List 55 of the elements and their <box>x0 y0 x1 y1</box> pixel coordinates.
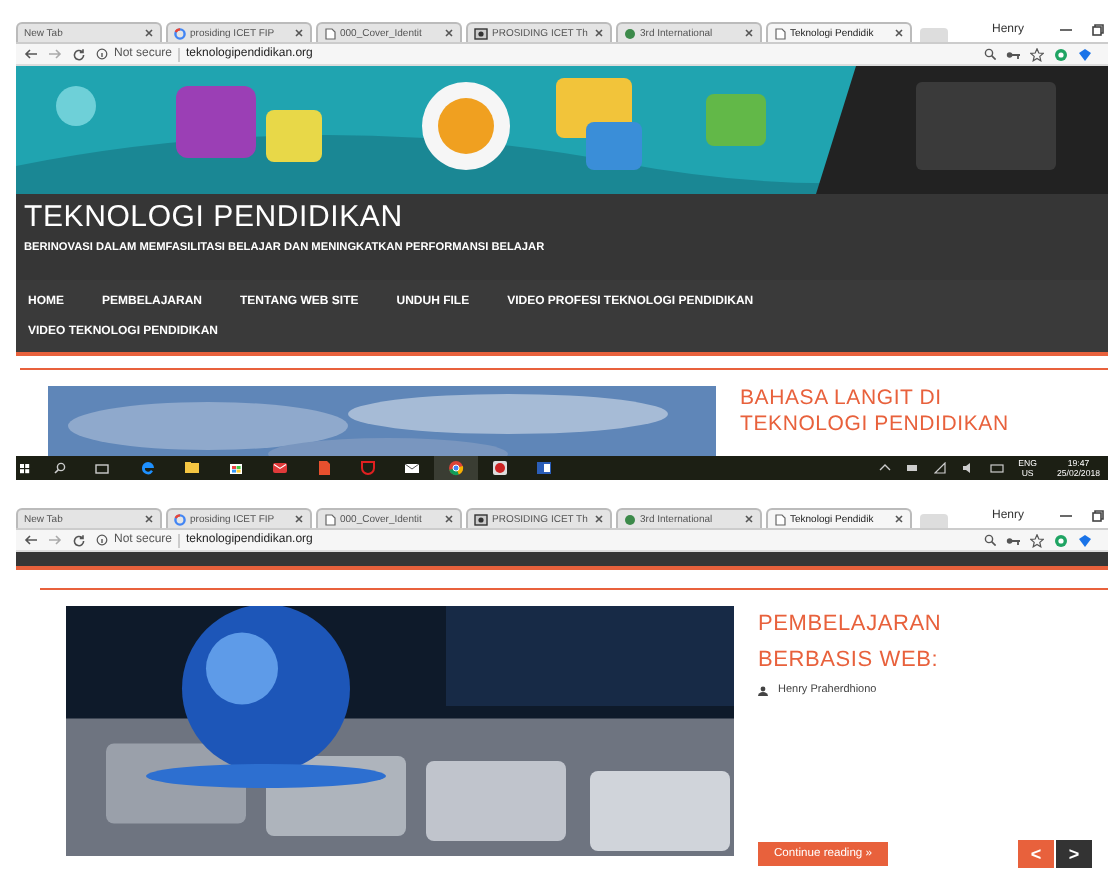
store-icon[interactable] <box>228 460 244 476</box>
reload-icon[interactable] <box>72 533 86 547</box>
task-view-icon[interactable] <box>94 463 110 473</box>
site-title[interactable]: TEKNOLOGI PENDIDIKAN <box>24 202 1100 234</box>
restore-icon[interactable] <box>1092 510 1104 522</box>
minimize-icon[interactable] <box>1060 510 1072 522</box>
chrome-icon[interactable] <box>448 460 464 476</box>
close-icon[interactable] <box>744 514 754 524</box>
zoom-icon[interactable] <box>984 48 996 60</box>
close-icon[interactable] <box>444 28 454 38</box>
page-icon <box>324 513 336 525</box>
mail-icon[interactable] <box>272 460 288 476</box>
close-icon[interactable] <box>144 28 154 38</box>
info-icon <box>96 534 108 546</box>
zoom-icon[interactable] <box>984 534 996 546</box>
close-icon[interactable] <box>894 28 904 38</box>
keyboard-icon[interactable] <box>990 462 1005 474</box>
reload-icon[interactable] <box>72 47 86 61</box>
page-icon <box>774 27 786 39</box>
close-icon[interactable] <box>144 514 154 524</box>
envelope-icon[interactable] <box>404 460 420 476</box>
star-icon[interactable] <box>1030 47 1044 61</box>
close-icon[interactable] <box>594 514 604 524</box>
close-icon[interactable] <box>894 514 904 524</box>
word-icon[interactable] <box>536 460 552 476</box>
start-icon[interactable] <box>20 463 30 473</box>
battery-icon[interactable] <box>906 462 921 474</box>
folder-icon[interactable] <box>184 460 200 476</box>
back-icon[interactable] <box>24 534 38 546</box>
key-icon[interactable] <box>1006 535 1020 545</box>
restore-icon[interactable] <box>1092 24 1104 36</box>
minimize-icon[interactable] <box>1060 24 1072 36</box>
back-icon[interactable] <box>24 48 38 60</box>
close-icon[interactable] <box>294 514 304 524</box>
image-icon <box>474 27 488 39</box>
user-icon <box>758 685 768 695</box>
close-icon[interactable] <box>444 514 454 524</box>
page-icon <box>774 513 786 525</box>
star-icon[interactable] <box>1030 533 1044 547</box>
chevron-up-icon[interactable] <box>878 462 893 474</box>
next-button[interactable]: > <box>1056 840 1092 868</box>
info-icon <box>96 48 108 60</box>
key-icon[interactable] <box>1006 49 1020 59</box>
close-icon[interactable] <box>594 28 604 38</box>
google-icon <box>174 27 186 39</box>
image-icon <box>474 513 488 525</box>
close-icon[interactable] <box>294 28 304 38</box>
browser-icon[interactable] <box>140 460 156 476</box>
close-icon[interactable] <box>744 28 754 38</box>
search-icon[interactable] <box>54 462 66 474</box>
document-icon[interactable] <box>316 460 332 476</box>
shield-icon[interactable] <box>360 460 376 476</box>
google-icon <box>174 513 186 525</box>
page-icon <box>324 27 336 39</box>
network-icon[interactable] <box>934 462 949 474</box>
